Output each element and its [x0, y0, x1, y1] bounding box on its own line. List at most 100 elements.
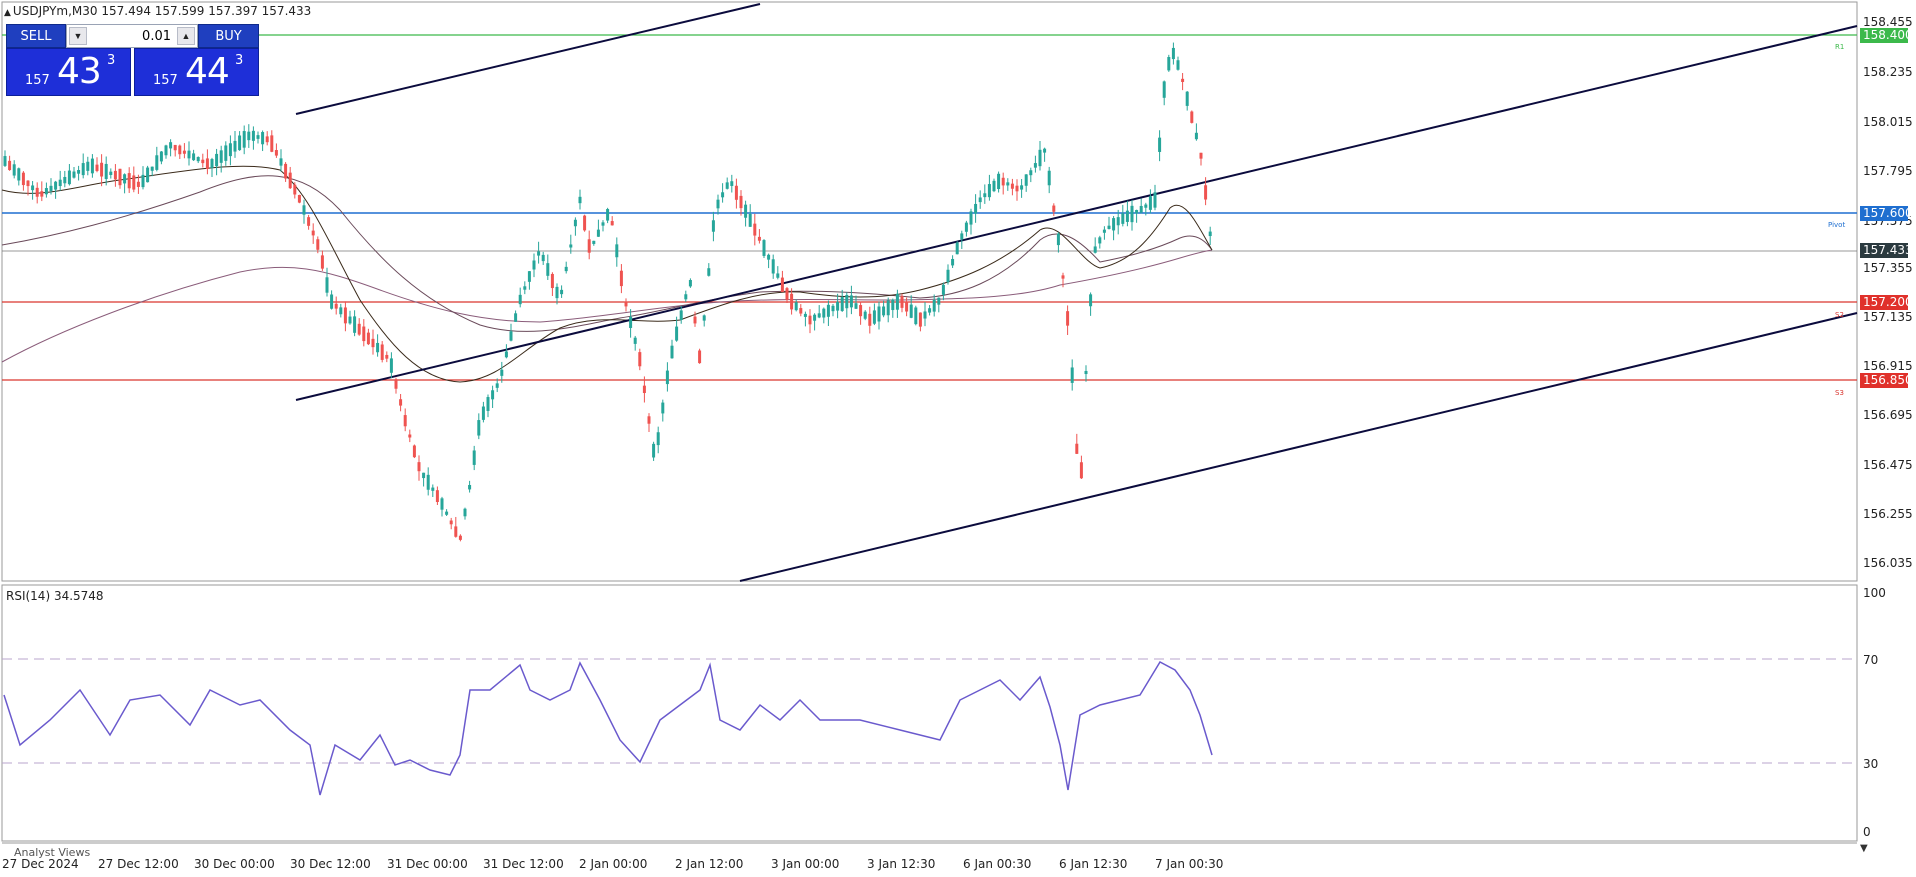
candle-body — [31, 185, 35, 191]
lot-increase-icon[interactable]: ▲ — [177, 27, 195, 45]
candle-body — [734, 185, 738, 200]
sell-price-big: 43 — [57, 51, 102, 92]
price-chart[interactable]: R1 Pivot S2 S3 158.455 158.235 158.015 1… — [0, 0, 1916, 874]
candle-body — [895, 293, 899, 310]
candle-body — [550, 273, 554, 289]
lot-decrease-icon[interactable]: ▼ — [69, 27, 87, 45]
candle-body — [481, 406, 485, 420]
candle-body — [794, 302, 798, 311]
candle-body — [403, 415, 407, 427]
candle-body — [311, 230, 315, 236]
sell-price-button[interactable]: 157 43 3 — [6, 48, 131, 96]
candle-body — [1024, 174, 1028, 186]
candle-body — [270, 135, 274, 152]
candle-body — [334, 303, 338, 309]
candle-body — [1162, 81, 1166, 98]
candle-body — [964, 222, 968, 232]
time-axis-label: 7 Jan 00:30 — [1155, 857, 1223, 871]
candle-body — [118, 168, 122, 186]
candle-body — [826, 304, 830, 317]
candle-body — [67, 170, 71, 185]
candle-body — [606, 209, 610, 221]
candle-body — [748, 213, 752, 227]
candle-body — [348, 316, 352, 324]
candle-body — [12, 164, 16, 176]
buy-price-big: 44 — [185, 51, 230, 92]
lot-size-field[interactable]: ▼ 0.01 ▲ — [66, 24, 198, 48]
chart-area[interactable]: R1 Pivot S2 S3 158.455 158.235 158.015 1… — [0, 0, 1916, 874]
candle-body — [201, 159, 205, 164]
candle-body — [178, 145, 182, 155]
candle-body — [564, 266, 568, 272]
candle-body — [109, 171, 113, 175]
candle-body — [58, 179, 62, 187]
candle-body — [688, 280, 692, 287]
candle-body — [40, 191, 44, 197]
candle-body — [164, 145, 168, 156]
candle-body — [72, 171, 76, 178]
candle-body — [1190, 111, 1194, 123]
scroll-arrow-icon[interactable]: ▼ — [1860, 843, 1868, 854]
candle-body — [366, 332, 370, 345]
candle-body — [353, 316, 357, 333]
candle-body — [1194, 132, 1198, 140]
candle-body — [514, 313, 518, 322]
candle-body — [371, 338, 375, 348]
candle-body — [293, 184, 297, 195]
candle-body — [918, 312, 922, 327]
candle-body — [909, 304, 913, 318]
symbol-header: ▲ USDJPYm,M30 157.494 157.599 157.397 157… — [4, 4, 311, 18]
candle-body — [49, 185, 53, 191]
candle-body — [307, 217, 311, 226]
collapse-triangle-icon[interactable]: ▲ — [4, 8, 11, 18]
candle-body — [790, 293, 794, 310]
candle-body — [868, 313, 872, 326]
candle-body — [1139, 205, 1143, 213]
candle-body — [265, 136, 269, 143]
candle-body — [771, 259, 775, 274]
candle-body — [629, 316, 633, 328]
candle-body — [583, 215, 587, 231]
candle-body — [426, 474, 430, 490]
candle-body — [845, 294, 849, 309]
candle-body — [169, 142, 173, 149]
candle-body — [330, 294, 334, 309]
candle-body — [518, 294, 522, 305]
candle-body — [1056, 233, 1060, 246]
sell-button[interactable]: SELL — [6, 24, 66, 48]
one-click-trading-panel: SELL ▼ 0.01 ▲ BUY 157 43 3 157 44 3 — [6, 24, 259, 97]
price-axis-label: 156.475 — [1863, 458, 1913, 472]
buy-price-button[interactable]: 157 44 3 — [134, 48, 259, 96]
rsi-axis-label: 0 — [1863, 825, 1871, 839]
candle-body — [26, 180, 30, 187]
candle-body — [601, 222, 605, 226]
candle-body — [1070, 367, 1074, 383]
lot-size-value[interactable]: 0.01 — [142, 29, 171, 44]
candle-body — [256, 135, 260, 139]
candle-body — [1043, 148, 1047, 153]
candle-body — [238, 135, 242, 151]
price-axis-label: 157.795 — [1863, 164, 1913, 178]
price-panel-frame — [1, 1, 1858, 582]
analyst-views-tab[interactable]: Analyst Views — [14, 846, 90, 859]
candle-body — [146, 167, 150, 183]
candle-body — [1098, 237, 1102, 244]
candle-body — [399, 399, 403, 406]
time-axis-label: 3 Jan 12:30 — [867, 857, 935, 871]
buy-button[interactable]: BUY — [198, 24, 259, 48]
time-axis: 27 Dec 2024 27 Dec 12:00 30 Dec 00:00 30… — [2, 857, 1223, 871]
symbol-header-text: USDJPYm,M30 157.494 157.599 157.397 157.… — [12, 4, 312, 18]
candle-body — [261, 132, 265, 145]
candle-body — [192, 153, 196, 161]
candle-body — [1153, 192, 1157, 208]
candle-body — [339, 307, 343, 315]
candle-body — [431, 487, 435, 491]
candle-body — [757, 236, 761, 241]
time-axis-label: 6 Jan 12:30 — [1059, 857, 1127, 871]
candle-body — [380, 344, 384, 360]
fast-moving-average — [1, 165, 1213, 383]
candle-body — [854, 303, 858, 309]
candle-body — [1020, 185, 1024, 190]
slow-moving-average — [1, 249, 1213, 363]
candle-body — [1135, 209, 1139, 214]
